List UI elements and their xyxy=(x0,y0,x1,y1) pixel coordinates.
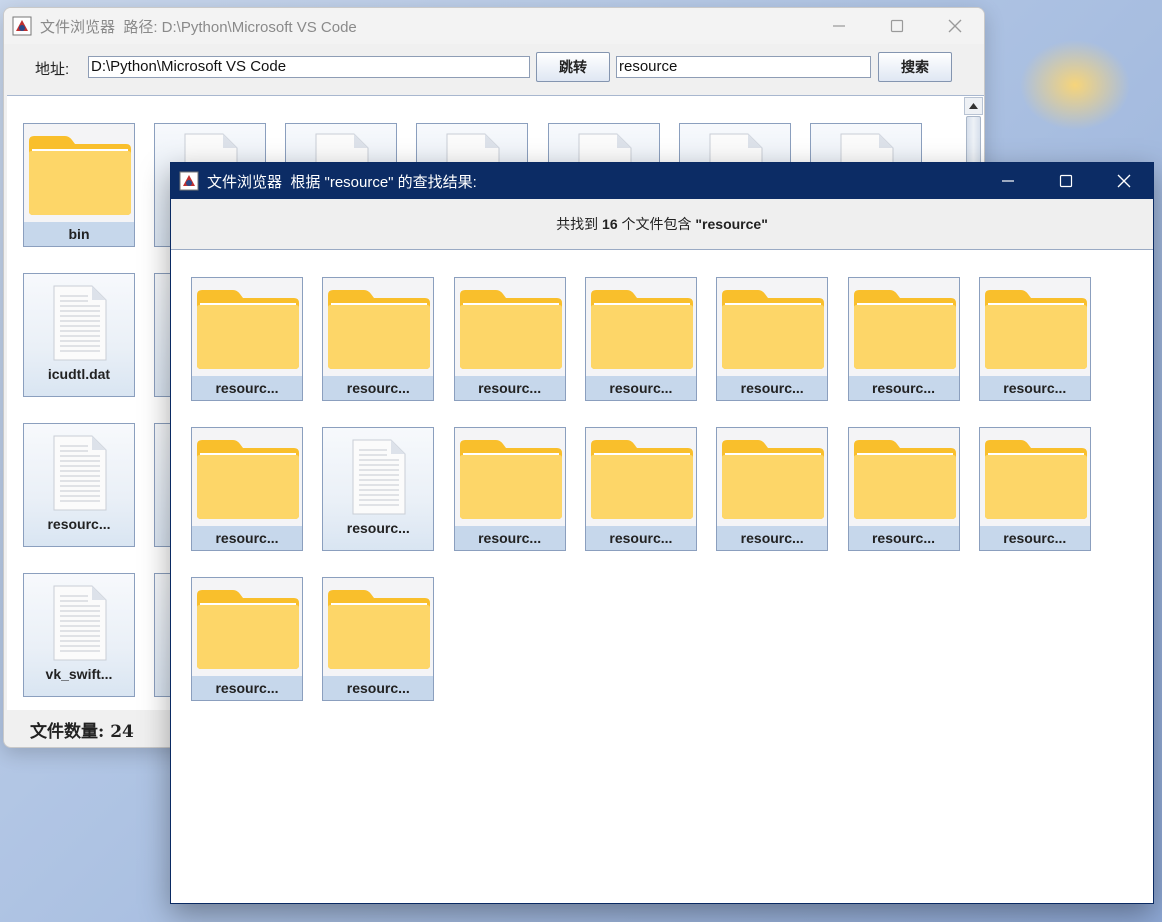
result-tile-label: resourc... xyxy=(454,526,565,550)
result-tile[interactable]: resourc... xyxy=(453,277,566,401)
result-tile-label: resourc... xyxy=(717,526,828,550)
result-tile[interactable]: resourc... xyxy=(322,577,435,701)
desktop-wallpaper-glow xyxy=(1020,40,1130,130)
java-app-icon xyxy=(12,16,32,36)
folder-icon xyxy=(29,136,131,215)
result-tile[interactable]: resourc... xyxy=(978,277,1091,401)
chevron-up-icon xyxy=(969,103,978,109)
folder-icon xyxy=(722,440,825,519)
folder-icon xyxy=(197,590,299,669)
result-tile[interactable]: resourc... xyxy=(322,277,435,401)
result-tile[interactable]: resourc... xyxy=(847,277,960,401)
main-window-title: 文件浏览器 路径: D:\Python\Microsoft VS Code xyxy=(40,18,357,36)
minimize-button[interactable] xyxy=(979,163,1037,199)
folder-icon xyxy=(722,290,825,369)
file-tile-bin[interactable]: bin xyxy=(23,123,135,247)
address-input[interactable]: D:\Python\Microsoft VS Code xyxy=(88,56,530,78)
result-tile[interactable]: resourc... xyxy=(847,427,960,551)
result-tile-label: resourc... xyxy=(192,376,302,400)
search-button[interactable]: 搜索 xyxy=(878,52,952,82)
result-tile-label: resourc... xyxy=(585,376,696,400)
file-tile-label: bin xyxy=(24,222,134,246)
file-count-label: 文件数量: 24 xyxy=(30,722,134,742)
address-label: 地址: xyxy=(35,61,70,78)
result-tile-label: resourc... xyxy=(717,376,828,400)
maximize-button[interactable] xyxy=(1037,163,1095,199)
file-tile-vk-swift[interactable]: vk_swift... xyxy=(23,573,135,697)
folder-icon xyxy=(590,440,693,519)
folder-icon xyxy=(853,290,956,369)
java-app-icon xyxy=(179,171,199,191)
result-tile-label: resourc... xyxy=(346,520,410,536)
result-count: 16 xyxy=(602,216,618,232)
folder-icon xyxy=(459,440,562,519)
scroll-up-button[interactable] xyxy=(964,97,983,115)
result-tile-label: resourc... xyxy=(192,526,302,550)
results-window-titlebar[interactable]: 文件浏览器 根据 "resource" 的查找结果: xyxy=(171,163,1153,199)
folder-icon xyxy=(197,440,299,519)
result-tile[interactable]: resourc... xyxy=(191,277,303,401)
search-results-window: 文件浏览器 根据 "resource" 的查找结果: 共找到 16 个文件包含 … xyxy=(170,162,1154,904)
result-tile-label: resourc... xyxy=(979,376,1090,400)
folder-icon xyxy=(328,590,431,669)
main-window-titlebar[interactable]: 文件浏览器 路径: D:\Python\Microsoft VS Code xyxy=(4,8,984,44)
result-tile-label: resourc... xyxy=(323,676,434,700)
document-icon xyxy=(53,585,107,661)
results-window-title: 文件浏览器 根据 "resource" 的查找结果: xyxy=(207,173,477,191)
close-button[interactable] xyxy=(926,8,984,44)
result-prefix: 共找到 xyxy=(556,216,599,232)
document-icon xyxy=(352,439,406,515)
go-button[interactable]: 跳转 xyxy=(536,52,610,82)
result-tile-label: resourc... xyxy=(848,376,959,400)
result-query: "resource" xyxy=(695,216,768,232)
result-tile-label: resourc... xyxy=(585,526,696,550)
maximize-button[interactable] xyxy=(868,8,926,44)
search-input[interactable]: resource xyxy=(616,56,871,78)
result-tile-label: resourc... xyxy=(979,526,1090,550)
result-tile[interactable]: resourc... xyxy=(453,427,566,551)
folder-icon xyxy=(853,440,956,519)
file-tile-label: icudtl.dat xyxy=(47,366,111,382)
result-tile-label: resourc... xyxy=(192,676,302,700)
result-tile[interactable]: resourc... xyxy=(322,427,435,551)
folder-icon xyxy=(197,290,299,369)
result-middle: 个文件包含 xyxy=(621,216,692,232)
file-tile-label: resourc... xyxy=(47,516,111,532)
result-tile[interactable]: resourc... xyxy=(191,577,303,701)
folder-icon xyxy=(459,290,562,369)
file-tile-icudtl[interactable]: icudtl.dat xyxy=(23,273,135,397)
result-tile[interactable]: resourc... xyxy=(191,427,303,551)
folder-icon xyxy=(984,440,1087,519)
result-tile-label: resourc... xyxy=(454,376,565,400)
folder-icon xyxy=(590,290,693,369)
folder-icon xyxy=(984,290,1087,369)
result-tile-label: resourc... xyxy=(848,526,959,550)
folder-icon xyxy=(328,290,431,369)
result-tile[interactable]: resourc... xyxy=(716,427,829,551)
result-tile[interactable]: resourc... xyxy=(716,277,829,401)
result-tile[interactable]: resourc... xyxy=(584,427,697,551)
results-grid: resourc... resourc... resourc... resourc...… xyxy=(171,250,1153,903)
file-tile-label: vk_swift... xyxy=(45,666,113,682)
result-tile[interactable]: resourc... xyxy=(978,427,1091,551)
result-summary: 共找到 16 个文件包含 "resource" xyxy=(171,199,1153,250)
result-tile-label: resourc... xyxy=(323,376,434,400)
document-icon xyxy=(53,285,107,361)
document-icon xyxy=(53,435,107,511)
minimize-button[interactable] xyxy=(810,8,868,44)
file-tile-resource[interactable]: resourc... xyxy=(23,423,135,547)
result-tile[interactable]: resourc... xyxy=(584,277,697,401)
close-button[interactable] xyxy=(1095,163,1153,199)
